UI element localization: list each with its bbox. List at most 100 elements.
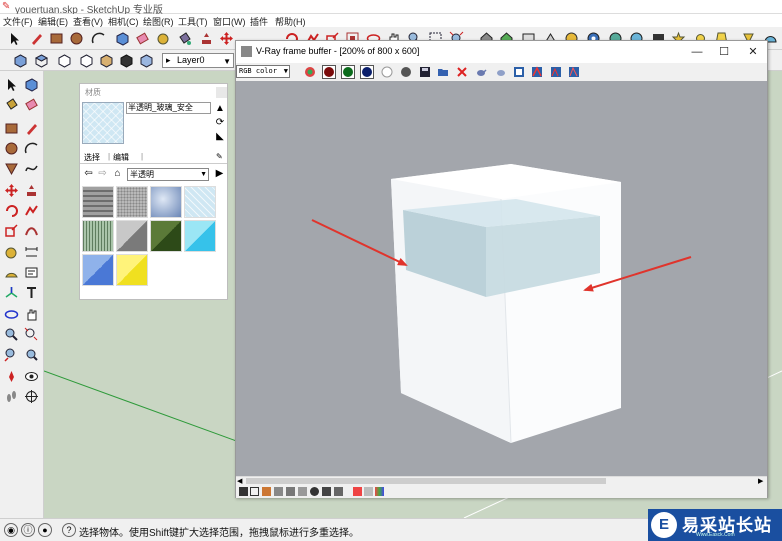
render-region-icon[interactable] <box>494 65 508 79</box>
component-tool-icon[interactable] <box>22 75 41 94</box>
material-thumbnail[interactable] <box>116 254 148 286</box>
horizontal-scrollbar[interactable]: ◀ ▶ <box>236 476 767 485</box>
credits-icon[interactable]: ⓘ <box>21 523 35 537</box>
rectangle-icon[interactable] <box>48 30 65 47</box>
move-icon[interactable] <box>218 30 235 47</box>
alpha-channel-icon[interactable] <box>380 65 394 79</box>
toggle-panel-icon[interactable] <box>239 487 248 496</box>
scroll-thumb[interactable] <box>246 478 606 484</box>
select-arrow-icon[interactable] <box>6 30 23 47</box>
push-pull-icon[interactable] <box>198 30 215 47</box>
material-thumbnail[interactable] <box>116 220 148 252</box>
iso-view-icon[interactable] <box>12 52 29 69</box>
circle-icon[interactable] <box>68 30 85 47</box>
eraser-icon[interactable] <box>134 30 151 47</box>
previous-view-tool-icon[interactable] <box>22 345 41 364</box>
paint-bucket-icon[interactable] <box>176 30 193 47</box>
default-material-icon[interactable]: ⟳ <box>214 117 226 129</box>
material-thumbnail[interactable] <box>116 186 148 218</box>
sample-paint-icon[interactable]: ◣ <box>214 131 226 143</box>
blue-channel-icon[interactable] <box>360 65 374 79</box>
freehand-tool-icon[interactable] <box>22 159 41 178</box>
position-camera-tool-icon[interactable] <box>2 367 21 386</box>
front-view-icon[interactable] <box>56 52 73 69</box>
material-thumbnail[interactable] <box>184 186 216 218</box>
tape-tool-icon[interactable] <box>2 243 21 262</box>
material-category-select[interactable]: 半透明 ▼ <box>127 168 209 181</box>
wireframe-style-icon[interactable] <box>98 52 115 69</box>
compare-icon[interactable] <box>364 487 373 496</box>
move-tool-icon[interactable] <box>2 181 21 200</box>
dimension-tool-icon[interactable] <box>22 243 41 262</box>
material-name-field[interactable]: 半透明_玻璃_安全 <box>126 102 211 114</box>
text-tool-icon[interactable] <box>22 263 41 282</box>
history-icon[interactable] <box>322 487 331 496</box>
monochrome-icon[interactable] <box>399 65 413 79</box>
teapot-render-icon[interactable] <box>474 65 488 79</box>
green-channel-icon[interactable] <box>341 65 355 79</box>
offset-tool-icon[interactable] <box>22 221 41 240</box>
scroll-right-arrow-icon[interactable]: ▶ <box>758 477 763 485</box>
line-tool-icon[interactable] <box>22 119 41 138</box>
create-material-icon[interactable]: ▲ <box>214 103 226 115</box>
pencil-icon[interactable] <box>28 30 45 47</box>
layer-select[interactable]: ▸ Layer0 ▼ <box>162 53 234 68</box>
pixel-info-icon[interactable] <box>262 487 271 496</box>
save-image-icon[interactable] <box>418 65 432 79</box>
material-preview-swatch[interactable] <box>82 102 124 144</box>
3d-text-tool-icon[interactable] <box>22 283 41 302</box>
rectangle-tool-icon[interactable] <box>2 119 21 138</box>
home-icon[interactable]: ⌂ <box>112 168 123 179</box>
clear-image-icon[interactable] <box>455 65 469 79</box>
scale-tool-icon[interactable] <box>2 221 21 240</box>
rotate-tool-icon[interactable] <box>2 201 21 220</box>
axes-tool-icon[interactable] <box>2 283 21 302</box>
color-correction-icon[interactable] <box>530 65 544 79</box>
maximize-button[interactable]: ☐ <box>715 44 733 60</box>
info-icon[interactable] <box>274 487 283 496</box>
track-mouse-icon[interactable] <box>512 65 526 79</box>
protractor-tool-icon[interactable] <box>2 263 21 282</box>
tape-measure-icon[interactable] <box>155 30 172 47</box>
circle-tool-icon[interactable] <box>2 139 21 158</box>
polygon-tool-icon[interactable] <box>2 159 21 178</box>
zoom-window-tool-icon[interactable] <box>22 325 41 344</box>
material-thumbnail[interactable] <box>82 186 114 218</box>
shaded-style-icon[interactable] <box>118 52 135 69</box>
stats-icon[interactable] <box>286 487 295 496</box>
geo-location-icon[interactable]: ◉ <box>4 523 18 537</box>
curve-correction-icon[interactable] <box>567 65 581 79</box>
back-arrow-icon[interactable]: ⇦ <box>83 168 94 179</box>
paint-tool-icon[interactable] <box>2 95 21 114</box>
forward-arrow-icon[interactable]: ⇨ <box>97 168 108 179</box>
material-thumbnail[interactable] <box>150 220 182 252</box>
tab-select[interactable]: 选择 <box>84 152 100 163</box>
material-thumbnail[interactable] <box>184 220 216 252</box>
minimize-button[interactable]: — <box>688 44 706 60</box>
material-thumbnail[interactable] <box>150 186 182 218</box>
stamp-icon[interactable] <box>310 487 319 496</box>
look-around-tool-icon[interactable] <box>22 367 41 386</box>
tab-edit[interactable]: 编辑 <box>113 152 129 163</box>
load-image-icon[interactable] <box>436 65 450 79</box>
channel-select[interactable]: RGB color ▼ <box>236 65 290 78</box>
details-arrow-icon[interactable]: ▶ <box>214 168 225 179</box>
histogram-icon[interactable] <box>250 487 259 496</box>
orbit-tool-icon[interactable] <box>2 305 21 324</box>
scroll-left-arrow-icon[interactable]: ◀ <box>237 477 242 485</box>
zoom-extents-tool-icon[interactable] <box>2 345 21 364</box>
push-pull-tool-icon[interactable] <box>22 181 41 200</box>
eraser-tool-icon[interactable] <box>22 95 41 114</box>
panel-close-button[interactable] <box>216 87 227 98</box>
overlay-icon[interactable] <box>298 487 307 496</box>
rgb-channel-icon[interactable] <box>303 65 317 79</box>
help-icon[interactable]: ? <box>62 523 76 537</box>
compare-red-icon[interactable] <box>353 487 362 496</box>
color-balance-icon[interactable] <box>375 487 384 496</box>
material-thumbnail[interactable] <box>82 220 114 252</box>
arc-icon[interactable] <box>90 30 107 47</box>
select-tool-icon[interactable] <box>2 75 21 94</box>
arc-tool-icon[interactable] <box>22 139 41 158</box>
lens-effects-icon[interactable] <box>334 487 343 496</box>
close-button[interactable]: ✕ <box>744 44 762 60</box>
